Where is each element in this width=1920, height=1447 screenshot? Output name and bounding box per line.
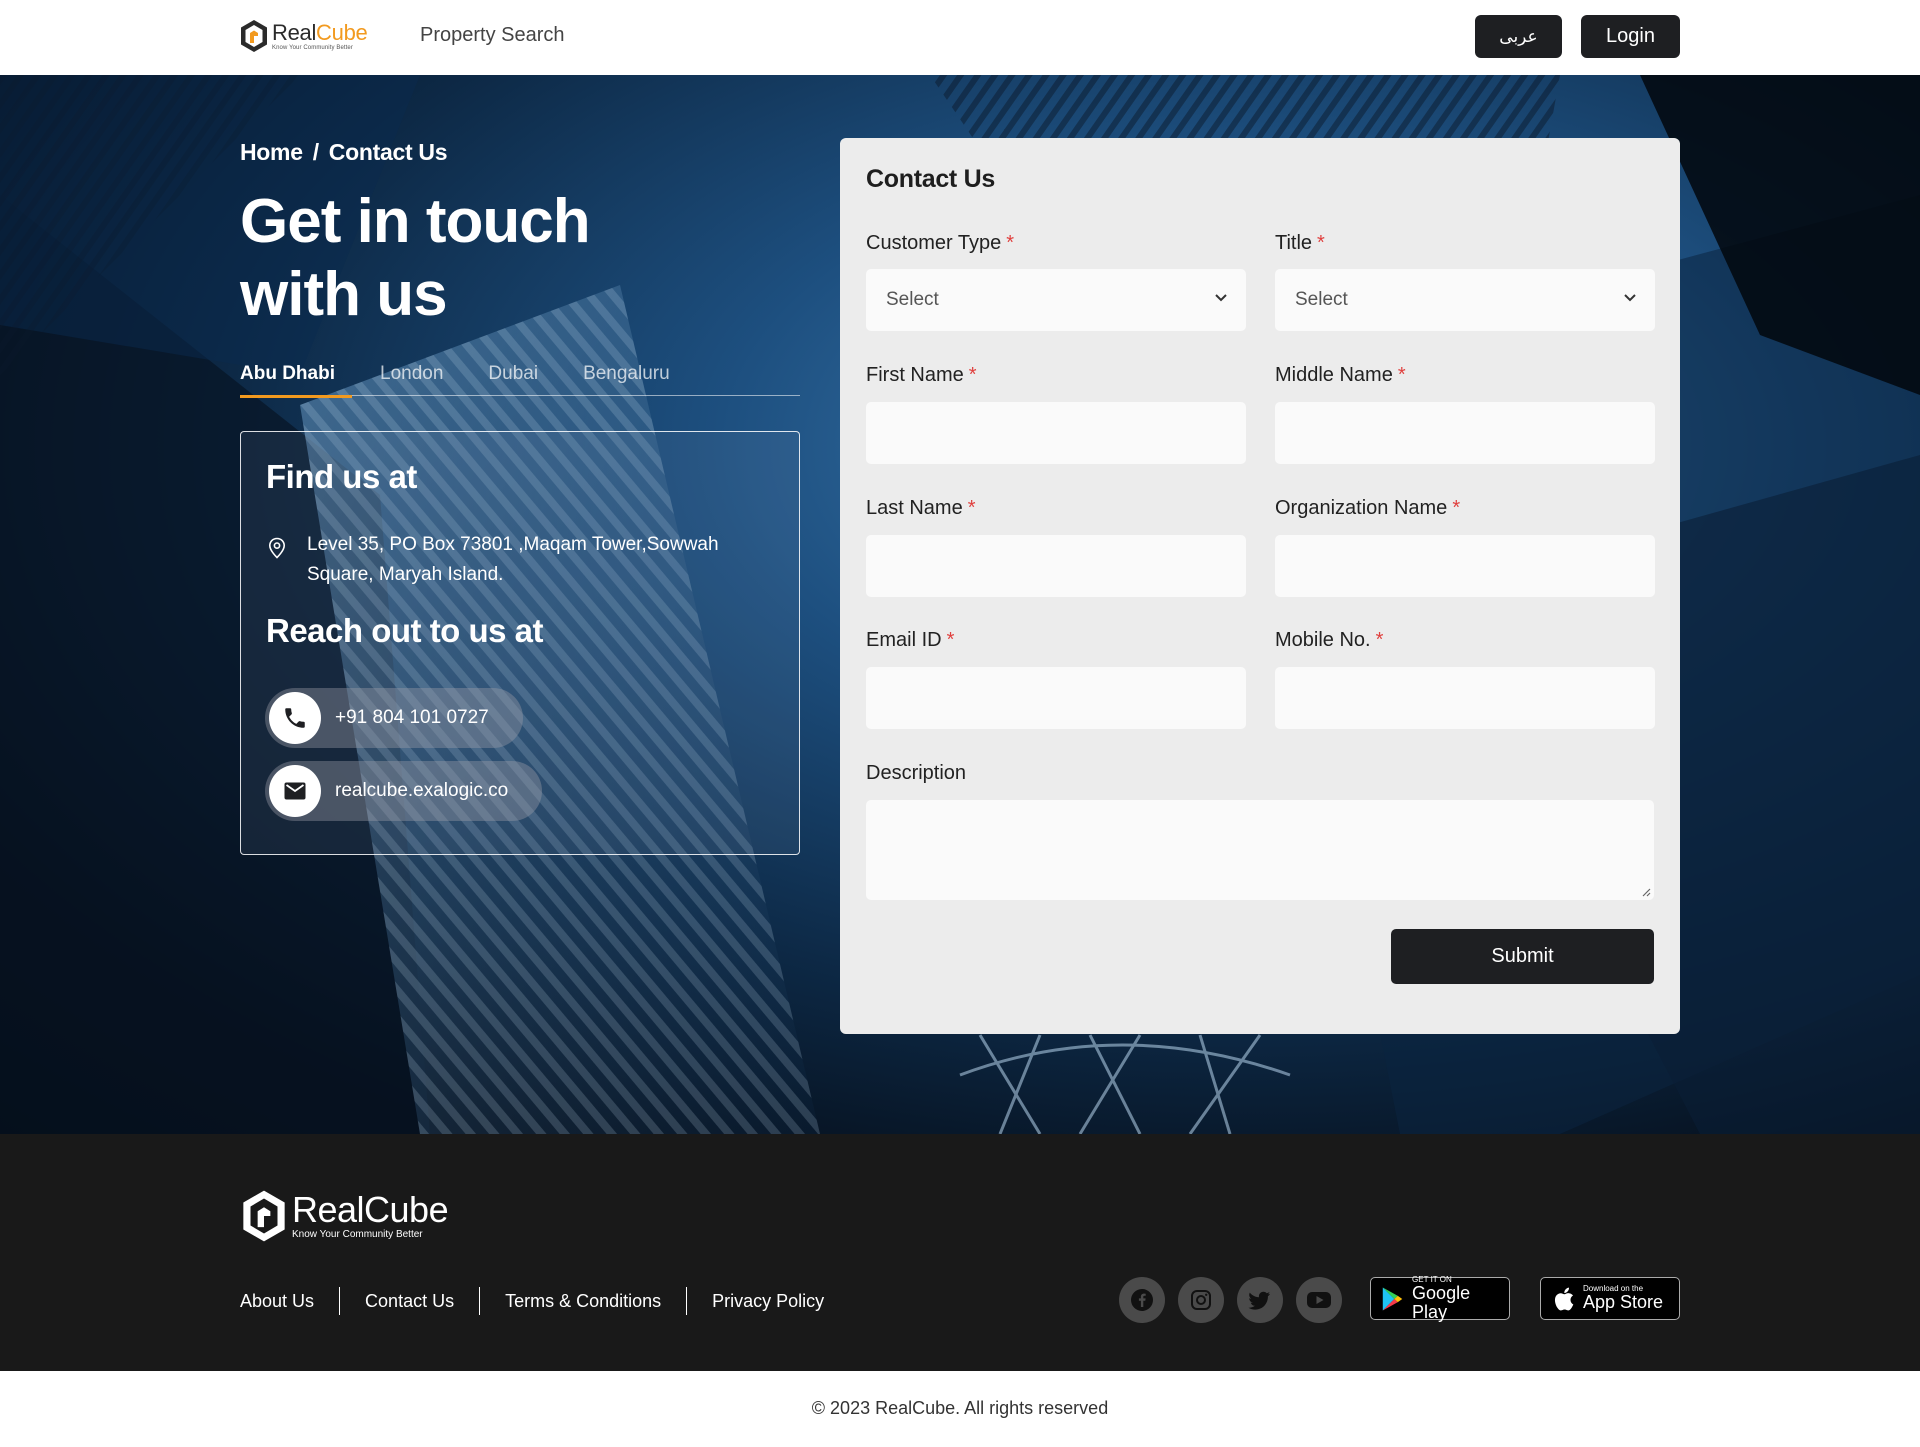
contact-form-card: Contact Us Customer Type * Select Title * … <box>840 138 1680 1034</box>
first-name-input[interactable] <box>866 402 1246 464</box>
page-headline: Get in touch with us <box>240 187 591 329</box>
phone-icon <box>269 692 321 744</box>
breadcrumb-separator: / <box>312 139 319 165</box>
last-name-input[interactable] <box>866 535 1246 597</box>
logo-tagline: Know Your Community Better <box>272 44 353 51</box>
find-us-card: Find us at Level 35, PO Box 73801 ,Maqam… <box>240 431 800 855</box>
phone-number: +91 804 101 0727 <box>335 707 489 728</box>
footer-logo-hex-icon <box>243 1190 285 1242</box>
top-header: RealCube Know Your Community Better Prop… <box>0 0 1920 75</box>
middle-name-input[interactable] <box>1275 402 1655 464</box>
tab-dubai[interactable]: Dubai <box>488 354 538 396</box>
breadcrumb-current: Contact Us <box>328 139 448 165</box>
language-arabic-button[interactable]: عربى <box>1475 15 1562 58</box>
required-mark: * <box>968 364 977 386</box>
required-mark: * <box>1006 232 1015 254</box>
copyright-text: © 2023 RealCube. All rights reserved <box>811 1398 1109 1418</box>
youtube-icon[interactable] <box>1296 1277 1342 1323</box>
email-address: realcube.exalogic.co <box>335 780 509 801</box>
google-play-big-text: Google Play <box>1412 1282 1471 1322</box>
last-name-label: Last Name * <box>866 497 976 519</box>
breadcrumb-home[interactable]: Home <box>240 139 303 165</box>
email-contact-pill[interactable]: realcube.exalogic.co <box>265 761 543 821</box>
google-play-badge[interactable]: GET IT ON Google Play <box>1370 1275 1510 1322</box>
realcube-logo[interactable]: RealCube Know Your Community Better <box>239 19 368 53</box>
footer-link-contact-us[interactable]: Contact Us <box>339 1287 479 1315</box>
title-label: Title * <box>1275 232 1325 254</box>
apple-icon <box>1554 1287 1574 1310</box>
facebook-icon[interactable] <box>1119 1277 1165 1323</box>
reach-out-title: Reach out to us at <box>266 612 544 649</box>
footer: RealCube Know Your Community Better Abou… <box>0 1134 1920 1371</box>
footer-logo-tagline: Know Your Community Better <box>292 1229 423 1240</box>
required-mark: * <box>967 497 976 519</box>
submit-button[interactable]: Submit <box>1391 929 1654 984</box>
app-store-big-text: App Store <box>1583 1292 1664 1313</box>
tab-bengaluru[interactable]: Bengaluru <box>583 354 670 396</box>
title-select[interactable]: Select <box>1275 269 1655 331</box>
organization-name-input[interactable] <box>1275 535 1655 597</box>
resize-handle-icon[interactable] <box>1641 887 1651 897</box>
google-play-icon <box>1382 1286 1403 1311</box>
required-mark: * <box>1317 232 1325 254</box>
chevron-down-icon <box>1624 294 1636 302</box>
logo-word-cube: Cube <box>316 19 368 45</box>
required-mark: * <box>946 629 955 651</box>
email-id-input[interactable] <box>866 667 1246 729</box>
logo-hex-icon <box>241 20 267 52</box>
mobile-no-label: Mobile No. * <box>1275 629 1384 651</box>
office-address: Level 35, PO Box 73801 ,Maqam Tower,Soww… <box>307 534 719 585</box>
chevron-down-icon <box>1215 294 1227 302</box>
middle-name-label: Middle Name * <box>1275 364 1406 386</box>
tab-abu-dhabi[interactable]: Abu Dhabi <box>240 354 352 398</box>
logo-word-real: Real <box>272 19 317 45</box>
footer-logo-word: RealCube <box>292 1189 449 1230</box>
customer-type-value: Select <box>886 289 939 310</box>
instagram-icon[interactable] <box>1178 1277 1224 1323</box>
required-mark: * <box>1397 364 1406 386</box>
description-textarea[interactable] <box>866 800 1654 900</box>
first-name-label: First Name * <box>866 364 977 386</box>
city-tabs: Abu Dhabi London Dubai Bengaluru <box>240 354 800 398</box>
footer-link-about-us[interactable]: About Us <box>240 1287 339 1315</box>
title-value: Select <box>1295 289 1348 310</box>
location-pin-icon <box>268 537 286 559</box>
footer-logo[interactable]: RealCube Know Your Community Better <box>240 1189 449 1243</box>
breadcrumb: Home / Contact Us <box>240 139 448 166</box>
required-mark: * <box>1375 629 1384 651</box>
find-us-title: Find us at <box>266 458 417 495</box>
required-mark: * <box>1452 497 1461 519</box>
twitter-icon[interactable] <box>1237 1277 1283 1323</box>
footer-links: About Us Contact Us Terms & Conditions P… <box>240 1287 849 1315</box>
tab-london[interactable]: London <box>380 354 443 396</box>
footer-link-terms[interactable]: Terms & Conditions <box>479 1287 686 1315</box>
description-label: Description <box>866 762 967 784</box>
customer-type-select[interactable]: Select <box>866 269 1246 331</box>
mail-icon <box>269 765 321 817</box>
footer-link-privacy[interactable]: Privacy Policy <box>686 1287 849 1315</box>
phone-contact-pill[interactable]: +91 804 101 0727 <box>265 688 523 748</box>
mobile-no-input[interactable] <box>1275 667 1655 729</box>
nav-property-search[interactable]: Property Search <box>420 24 565 47</box>
customer-type-label: Customer Type * <box>866 232 1015 254</box>
hero-section: Home / Contact Us Get in touch with us Abu… <box>0 75 1920 1134</box>
organization-name-label: Organization Name * <box>1275 497 1461 519</box>
app-store-badge[interactable]: Download on the App Store <box>1540 1277 1680 1320</box>
form-title: Contact Us <box>866 165 995 193</box>
email-id-label: Email ID * <box>866 629 955 651</box>
login-button[interactable]: Login <box>1581 15 1680 58</box>
